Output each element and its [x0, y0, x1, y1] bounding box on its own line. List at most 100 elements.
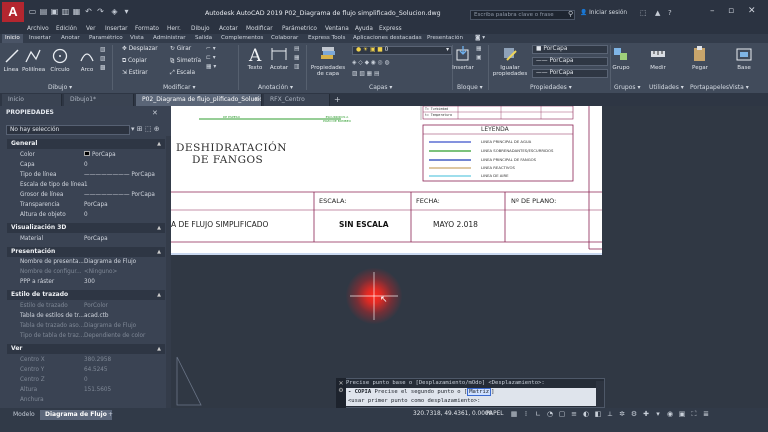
annotation-monitor-icon[interactable]: ✚: [642, 410, 650, 418]
section-3d-visualization[interactable]: Visualización 3D ▲: [7, 223, 165, 233]
prop-row[interactable]: Capa 0: [20, 160, 165, 170]
menu-parametrico[interactable]: Parámetrico: [282, 24, 317, 34]
tab-salida[interactable]: Salida: [192, 34, 215, 43]
color-dropdown[interactable]: ■ PorCapa: [532, 45, 608, 54]
help-icon[interactable]: ?: [668, 9, 672, 17]
tab-aplicaciones-destacadas[interactable]: Aplicaciones destacadas: [350, 34, 425, 43]
rotate-button[interactable]: ↻ Girar: [170, 45, 191, 54]
maximize-icon[interactable]: ▫: [728, 6, 734, 16]
layer-tools-2-icon[interactable]: ▨ ▧ ▦ ▤: [352, 70, 379, 79]
prop-row[interactable]: Estilo de trazado PorColor: [20, 301, 165, 311]
tab-inicio[interactable]: Inicio: [2, 34, 23, 43]
stretch-button[interactable]: ⇲ Estirar: [122, 69, 148, 78]
properties-panel-label[interactable]: Propiedades ▾: [530, 84, 572, 91]
section-view[interactable]: Ver ▲: [7, 344, 165, 354]
quick-access-dropdown-icon[interactable]: ▾: [122, 8, 131, 16]
close-tab-icon[interactable]: ×: [254, 96, 259, 103]
tab-complementos[interactable]: Complementos: [218, 34, 266, 43]
prop-row[interactable]: Centro Z0: [20, 375, 165, 385]
prop-row[interactable]: Anchura: [20, 395, 165, 403]
cart-icon[interactable]: ⬚: [640, 9, 647, 17]
tab-parametrico[interactable]: Paramétrico: [86, 34, 126, 43]
save-icon[interactable]: ▣: [50, 8, 59, 16]
scale-button[interactable]: ⤢ Escala: [170, 69, 195, 78]
block-panel-label[interactable]: Bloque ▾: [457, 84, 483, 91]
prop-row[interactable]: Material PorCapa: [20, 234, 165, 244]
prop-row[interactable]: Tipo de tabla de traz... Dependiente de c…: [20, 331, 165, 341]
menu-edicion[interactable]: Edición: [56, 24, 77, 34]
new-file-icon[interactable]: ▭: [28, 8, 37, 16]
prop-row[interactable]: Tabla de trazado aso... Diagrama de Flujo: [20, 321, 165, 331]
prop-row[interactable]: Escala de tipo de línea 1: [20, 180, 165, 190]
minimize-icon[interactable]: –: [710, 6, 715, 16]
sign-in-button[interactable]: 👤 Iniciar sesión: [580, 10, 627, 16]
polyline-button[interactable]: Polilínea: [22, 47, 45, 73]
prop-row[interactable]: Altura 151.5605: [20, 385, 165, 395]
isolate-objects-icon[interactable]: ◉: [666, 410, 674, 418]
menu-ver[interactable]: Ver: [86, 24, 95, 34]
group-button[interactable]: Grupo: [612, 45, 630, 71]
command-settings-icon[interactable]: ⚙: [336, 387, 346, 394]
layer-properties-button[interactable]: Propiedades de capa: [308, 45, 348, 77]
menu-express[interactable]: Express: [379, 24, 402, 34]
pickadd-icon[interactable]: ⊕: [154, 125, 160, 133]
arc-button[interactable]: Arco: [78, 47, 96, 73]
move-button[interactable]: ✥ Desplazar: [122, 45, 158, 54]
palette-close-icon[interactable]: ✕: [152, 109, 158, 117]
transparency-icon[interactable]: ◐: [582, 410, 590, 418]
command-scrollbar[interactable]: [596, 381, 604, 407]
menu-archivo[interactable]: Archivo: [27, 24, 49, 34]
ortho-icon[interactable]: ∟: [534, 410, 542, 418]
prop-row[interactable]: Nombre de presenta... Diagrama de Flujo: [20, 257, 165, 267]
tab-presentacion[interactable]: Presentación: [424, 34, 466, 43]
search-input[interactable]: Escriba palabra clave o frase: [470, 10, 575, 20]
option-matriz[interactable]: Matriz: [467, 388, 492, 396]
a360-icon[interactable]: ▲: [655, 9, 660, 17]
modify-more-icon[interactable]: ⌐ ▾ ⊏ ▾ ▦ ▾: [206, 45, 216, 72]
layer-dropdown[interactable]: ● ☀ ▣ ■ 0 ▾: [352, 46, 452, 55]
open-file-icon[interactable]: ▤: [39, 8, 48, 16]
linetype-dropdown[interactable]: —— PorCapa: [532, 69, 608, 78]
match-properties-button[interactable]: Igualar propiedades: [490, 45, 530, 77]
prop-row[interactable]: Color PorCapa: [20, 150, 165, 160]
layout-tab-active[interactable]: Diagrama de Flujo: [40, 410, 112, 420]
command-prompt[interactable]: - COPIA Precise el segundo punto o [Matr…: [346, 388, 604, 397]
mirror-button[interactable]: ⧎ Simetría: [170, 57, 201, 66]
measure-button[interactable]: Medir: [648, 45, 668, 71]
utilities-panel-label[interactable]: Utilidades ▾: [649, 84, 684, 91]
view-panel-label[interactable]: Vista ▾: [729, 84, 749, 91]
tab-colaborar[interactable]: Colaborar: [268, 34, 301, 43]
block-more-icon[interactable]: ▦ ▣: [476, 45, 481, 63]
line-button[interactable]: Línea: [3, 47, 19, 73]
selection-cycling-icon[interactable]: ◧: [594, 410, 602, 418]
tab-express-tools[interactable]: Express Tools: [305, 34, 348, 43]
select-objects-icon[interactable]: ⬚: [145, 125, 152, 133]
layer-tools-icon[interactable]: ◈ ◇ ◆ ◉ ◎ ◍: [352, 59, 390, 68]
prop-row[interactable]: Grosor de línea ———————— PorCapa: [20, 190, 165, 200]
prop-row[interactable]: Centro X 380.2958: [20, 355, 165, 365]
menu-ventana[interactable]: Ventana: [325, 24, 349, 34]
file-tab-inicio[interactable]: Inicio: [2, 94, 62, 106]
annotation-more-icon[interactable]: ▤ ▦ ▥: [294, 45, 299, 72]
search-icon[interactable]: ⚲: [568, 10, 573, 18]
section-general[interactable]: General ▲: [7, 139, 165, 149]
share-icon[interactable]: ◈: [110, 8, 119, 16]
text-button[interactable]: A Texto: [245, 45, 265, 71]
menu-herramientas[interactable]: Herr.: [167, 24, 181, 34]
annotation-panel-label[interactable]: Anotación ▾: [258, 84, 293, 91]
menu-insertar[interactable]: Insertar: [105, 24, 128, 34]
dimension-button[interactable]: Acotar: [268, 45, 290, 71]
prop-row[interactable]: Altura de objeto 0: [20, 210, 165, 220]
add-layout-icon[interactable]: +: [103, 410, 118, 420]
print-icon[interactable]: ▦: [72, 8, 81, 16]
polar-icon[interactable]: ◔: [546, 410, 554, 418]
paste-button[interactable]: Pegar: [690, 45, 710, 71]
grid-icon[interactable]: ▦: [510, 410, 518, 418]
save-as-icon[interactable]: ▥: [61, 8, 70, 16]
snap-icon[interactable]: ⁞: [522, 410, 530, 418]
graphics-performance-icon[interactable]: ▣: [678, 410, 686, 418]
tab-vista[interactable]: Vista: [127, 34, 147, 43]
annotation-scale-icon[interactable]: ✲: [618, 410, 626, 418]
undo-icon[interactable]: ↶: [84, 8, 93, 16]
base-view-button[interactable]: Base: [734, 45, 754, 71]
